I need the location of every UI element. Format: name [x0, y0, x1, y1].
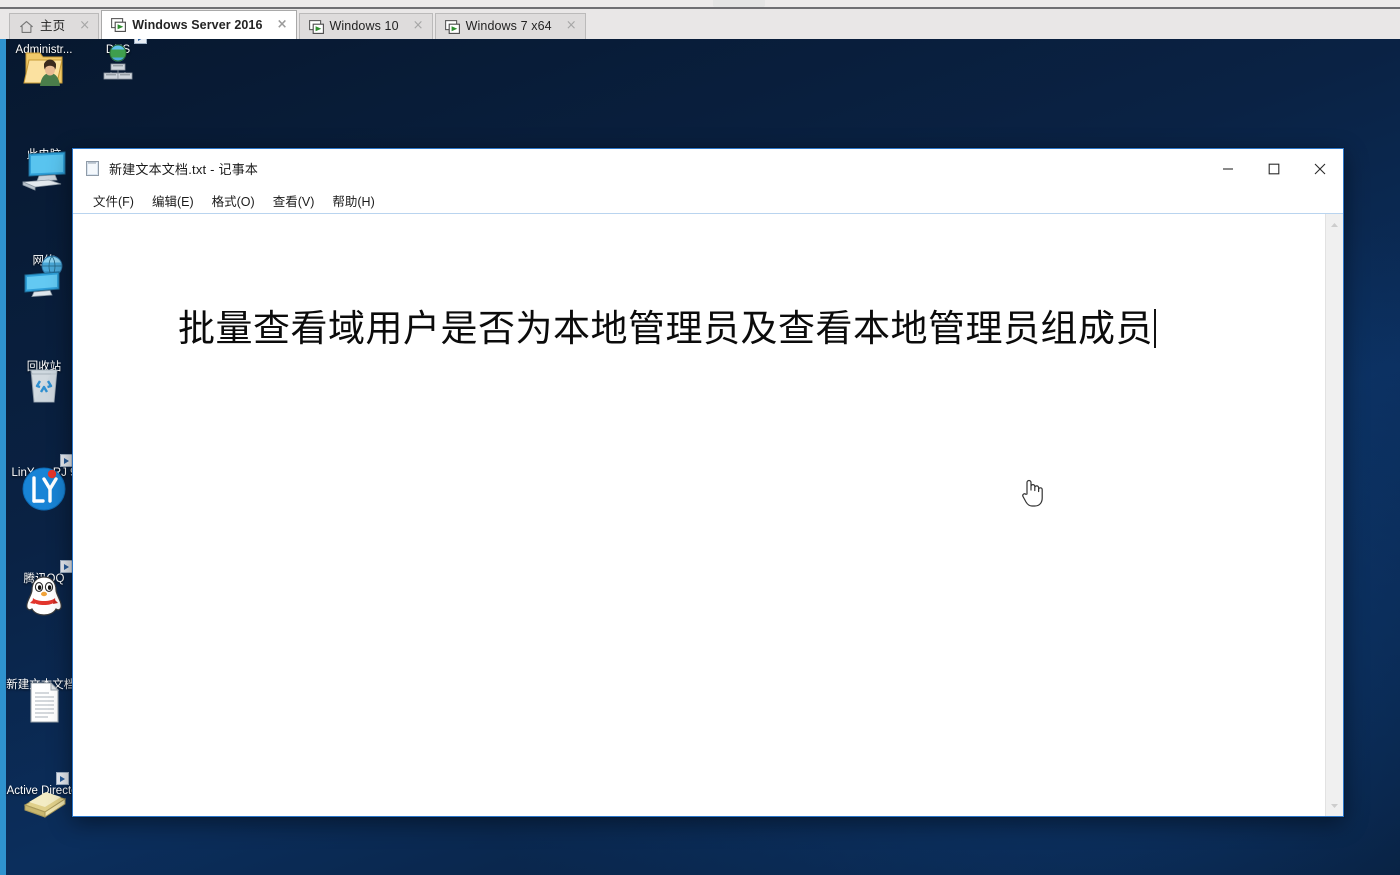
notepad-title: 新建文本文档.txt - 记事本	[109, 162, 259, 177]
notepad-window[interactable]: 新建文本文档.txt - 记事本 文件(F) 编辑(E) 格式(O) 查看(V)…	[72, 148, 1344, 817]
vm-tab-label: 主页	[40, 19, 66, 34]
menu-view[interactable]: 查看(V)	[264, 188, 324, 213]
notepad-titlebar[interactable]: 新建文本文档.txt - 记事本	[73, 149, 1343, 188]
vm-run-icon	[111, 18, 127, 32]
shortcut-badge-icon	[134, 39, 147, 44]
vm-tab-windows-7-x64[interactable]: Windows 7 x64 ×	[434, 13, 586, 39]
notepad-document-icon	[84, 160, 101, 177]
vm-run-icon	[444, 19, 460, 34]
close-button[interactable]	[1297, 149, 1343, 188]
vm-tab-label: Windows Server 2016	[132, 17, 263, 32]
notepad-text-area[interactable]: 批量查看域用户是否为本地管理员及查看本地管理员组成员	[73, 214, 1325, 816]
windows-desktop[interactable]: Administr... DNS	[0, 39, 1400, 875]
menu-help[interactable]: 帮助(H)	[323, 188, 383, 213]
desktop-icon-administrator[interactable]: Administr...	[4, 44, 84, 86]
vm-tab-windows-server-2016[interactable]: Windows Server 2016 ×	[101, 10, 297, 39]
vm-tab-label: Windows 10	[329, 19, 399, 34]
scroll-down-icon[interactable]	[1326, 797, 1344, 814]
tab-close-icon[interactable]: ×	[275, 17, 290, 33]
vm-tab-strip: 主页 × Windows Server 2016 × Windows 10 × …	[0, 9, 1400, 39]
vm-tab-windows-10[interactable]: Windows 10 ×	[298, 13, 433, 39]
notepad-body: 批量查看域用户是否为本地管理员及查看本地管理员组成员	[73, 213, 1343, 816]
vm-run-icon	[308, 19, 324, 34]
notepad-menubar: 文件(F) 编辑(E) 格式(O) 查看(V) 帮助(H)	[73, 188, 1343, 213]
text-caret	[1154, 309, 1156, 348]
minimize-button[interactable]	[1205, 149, 1251, 188]
vertical-scrollbar[interactable]	[1325, 214, 1343, 816]
menu-file[interactable]: 文件(F)	[84, 188, 143, 213]
notepad-text-content: 批量查看域用户是否为本地管理员及查看本地管理员组成员	[178, 307, 1153, 350]
shortcut-badge-icon	[56, 772, 69, 785]
tab-close-icon[interactable]: ×	[564, 19, 579, 34]
menu-format[interactable]: 格式(O)	[203, 188, 264, 213]
home-icon	[19, 20, 34, 34]
menu-edit[interactable]: 编辑(E)	[143, 188, 203, 213]
screen: 主页 × Windows Server 2016 × Windows 10 × …	[0, 0, 1400, 875]
desktop-icon-dns[interactable]: DNS	[78, 39, 158, 80]
maximize-button[interactable]	[1251, 149, 1297, 188]
vm-console-left-edge	[0, 39, 6, 875]
tab-close-icon[interactable]: ×	[411, 19, 426, 34]
tab-close-icon[interactable]: ×	[77, 19, 92, 34]
chrome-remnant	[713, 0, 765, 7]
scroll-up-icon[interactable]	[1326, 216, 1344, 233]
vm-tab-label: Windows 7 x64	[465, 19, 552, 34]
vm-console-chrome: 主页 × Windows Server 2016 × Windows 10 × …	[0, 0, 1400, 39]
notepad-window-controls	[1205, 149, 1343, 188]
vm-tab-home[interactable]: 主页 ×	[9, 13, 100, 39]
